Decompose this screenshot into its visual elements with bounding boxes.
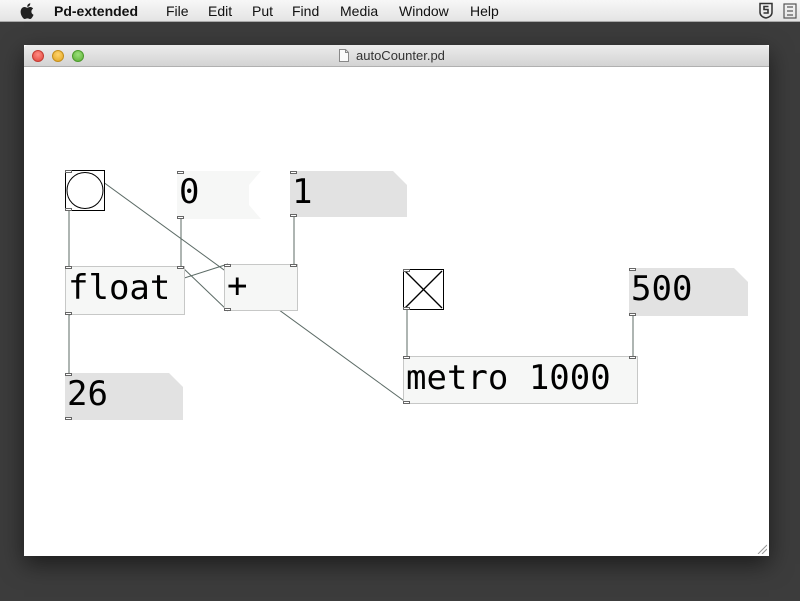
metro-outlet[interactable] <box>403 401 410 404</box>
metro-left-inlet[interactable] <box>403 356 410 359</box>
counter-outlet[interactable] <box>65 417 72 420</box>
menu-find[interactable]: Find <box>292 3 319 19</box>
metro-right-inlet[interactable] <box>629 356 636 359</box>
window-titlebar[interactable]: autoCounter.pd <box>24 45 769 67</box>
metro-object[interactable]: metro 1000 <box>403 356 638 404</box>
msg0-inlet[interactable] <box>177 171 184 174</box>
message-box-zero[interactable]: 0 <box>177 171 261 219</box>
bang-inlet[interactable] <box>65 170 72 173</box>
menu-app-name[interactable]: Pd-extended <box>54 3 138 19</box>
zoom-button[interactable] <box>72 50 84 62</box>
window-title: autoCounter.pd <box>356 48 445 63</box>
sidebar-icon[interactable] <box>783 3 797 19</box>
float-left-inlet[interactable] <box>65 266 72 269</box>
bang-button[interactable] <box>65 170 105 211</box>
close-button[interactable] <box>32 50 44 62</box>
msg1-inlet[interactable] <box>290 171 297 174</box>
counter-inlet[interactable] <box>65 373 72 376</box>
plus-right-inlet[interactable] <box>290 264 297 267</box>
toggle-outlet[interactable] <box>403 307 410 310</box>
plus-outlet[interactable] <box>224 308 231 311</box>
float-outlet[interactable] <box>65 312 72 315</box>
float-object[interactable]: float <box>65 266 185 315</box>
patch-canvas[interactable]: 0 1 float + 26 metro 1000 500 <box>24 67 769 556</box>
toggle-x-icon <box>404 270 443 309</box>
menu-media[interactable]: Media <box>340 3 378 19</box>
menu-bar: Pd-extended File Edit Put Find Media Win… <box>0 0 800 22</box>
toggle-box[interactable] <box>403 269 444 310</box>
menu-put[interactable]: Put <box>252 3 273 19</box>
msg0-outlet[interactable] <box>177 216 184 219</box>
patch-window: autoCounter.pd 0 1 float + 26 metro 1000… <box>24 45 769 556</box>
minimize-button[interactable] <box>52 50 64 62</box>
menu-help[interactable]: Help <box>470 3 499 19</box>
message-box-one[interactable]: 1 <box>290 171 407 217</box>
float-right-inlet[interactable] <box>177 266 184 269</box>
menu-window[interactable]: Window <box>399 3 449 19</box>
msg1-outlet[interactable] <box>290 214 297 217</box>
bang-outlet[interactable] <box>65 208 72 211</box>
pd-status-icon[interactable] <box>757 2 775 19</box>
interval-number-box[interactable]: 500 <box>629 268 748 316</box>
toggle-inlet[interactable] <box>403 269 410 272</box>
interval-outlet[interactable] <box>629 313 636 316</box>
menu-edit[interactable]: Edit <box>208 3 232 19</box>
apple-icon[interactable] <box>19 2 37 20</box>
plus-object[interactable]: + <box>224 264 298 311</box>
counter-number-box[interactable]: 26 <box>65 373 183 420</box>
resize-grip-icon[interactable] <box>757 544 767 554</box>
cord-plus-to-float <box>180 265 229 312</box>
plus-left-inlet[interactable] <box>224 264 231 267</box>
interval-inlet[interactable] <box>629 268 636 271</box>
menu-file[interactable]: File <box>166 3 189 19</box>
document-icon <box>339 49 349 62</box>
bang-circle-icon <box>66 172 104 209</box>
